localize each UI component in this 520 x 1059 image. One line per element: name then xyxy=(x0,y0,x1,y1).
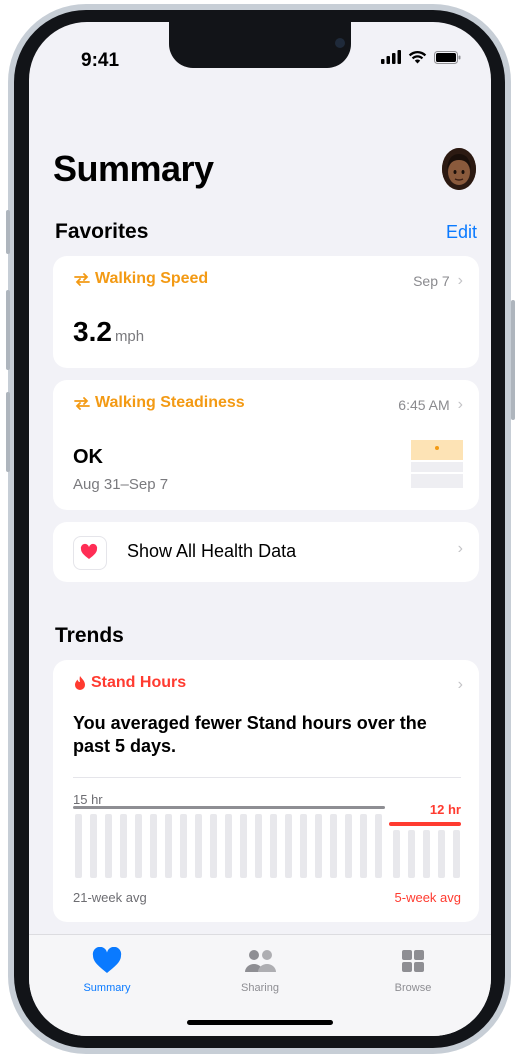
tab-sharing-label: Sharing xyxy=(241,982,279,994)
heart-icon xyxy=(80,543,98,559)
walking-arrows-icon xyxy=(74,397,90,410)
chevron-right-icon: › xyxy=(457,396,463,413)
walking-speed-value-row: 3.2 mph xyxy=(73,316,144,348)
walking-steadiness-meta: 6:45 AM › xyxy=(398,396,463,414)
walking-speed-title: Walking Speed xyxy=(73,270,208,288)
camera-icon xyxy=(335,38,345,48)
profile-avatar[interactable] xyxy=(442,148,476,190)
average-line-21-week xyxy=(73,806,385,809)
walking-arrows-icon xyxy=(74,273,90,286)
stand-hours-label: Stand Hours xyxy=(91,674,187,691)
walking-speed-unit: mph xyxy=(114,328,145,345)
tab-browse-label: Browse xyxy=(394,982,432,994)
page-title: Summary xyxy=(53,148,214,189)
volume-down-button xyxy=(6,392,10,472)
stand-hours-trend-chart xyxy=(73,806,461,878)
walking-steadiness-range: Aug 31–Sep 7 xyxy=(73,476,169,493)
walking-speed-card[interactable]: Walking Speed Sep 7 › 3.2 mph xyxy=(53,256,479,368)
walking-speed-meta: Sep 7 › xyxy=(413,272,463,290)
screen: 9:41 Summary Favorites Edit Walking Spee… xyxy=(29,22,491,1036)
tab-summary-label: Summary xyxy=(83,982,131,994)
show-all-health-data-label: Show All Health Data xyxy=(127,541,297,561)
walking-steadiness-label: Walking Steadiness xyxy=(95,394,245,411)
walking-speed-value: 3.2 xyxy=(73,316,112,347)
health-app-icon xyxy=(73,536,107,570)
trend-left-value: 15 hr xyxy=(73,792,103,807)
heart-icon xyxy=(92,946,122,973)
mute-switch xyxy=(6,210,10,254)
power-button xyxy=(511,300,515,420)
chevron-right-icon: › xyxy=(457,540,463,557)
volume-up-button xyxy=(6,290,10,370)
grid-icon xyxy=(402,950,424,972)
divider xyxy=(73,777,461,778)
sharing-people-icon xyxy=(245,950,276,972)
edit-button[interactable]: Edit xyxy=(446,222,477,243)
chevron-right-icon: › xyxy=(457,676,463,693)
notch xyxy=(169,22,351,68)
battery-icon xyxy=(434,50,461,64)
status-time: 9:41 xyxy=(81,50,120,71)
status-icons xyxy=(381,50,461,64)
walking-speed-date: Sep 7 xyxy=(413,273,450,289)
wifi-icon xyxy=(408,50,427,64)
walking-steadiness-card[interactable]: Walking Steadiness 6:45 AM › OK Aug 31–S… xyxy=(53,380,479,510)
tab-browse[interactable]: Browse xyxy=(363,947,463,994)
flame-icon xyxy=(75,676,85,690)
average-line-5-week xyxy=(389,822,461,826)
tab-sharing[interactable]: Sharing xyxy=(210,947,310,994)
walking-steadiness-time: 6:45 AM xyxy=(398,397,450,413)
stand-hours-message: You averaged fewer Stand hours over the … xyxy=(73,713,427,756)
trend-right-caption: 5-week avg xyxy=(394,890,461,905)
walking-steadiness-title: Walking Steadiness xyxy=(73,394,245,412)
signal-icon xyxy=(381,50,401,64)
stand-hours-title: Stand Hours xyxy=(73,674,186,692)
trend-left-caption: 21-week avg xyxy=(73,890,147,905)
stand-hours-trend-card[interactable]: Stand Hours › You averaged fewer Stand h… xyxy=(53,660,479,922)
favorites-heading: Favorites xyxy=(55,220,149,243)
chevron-right-icon: › xyxy=(457,272,463,289)
steadiness-chart-thumbnail xyxy=(411,440,463,488)
show-all-health-data-row[interactable]: Show All Health Data › xyxy=(53,522,479,582)
walking-steadiness-value: OK xyxy=(73,446,103,468)
memoji-icon xyxy=(442,148,476,190)
tab-summary[interactable]: Summary xyxy=(57,946,157,994)
trends-heading: Trends xyxy=(55,624,124,647)
walking-speed-label: Walking Speed xyxy=(95,270,209,287)
home-indicator[interactable] xyxy=(187,1020,333,1025)
